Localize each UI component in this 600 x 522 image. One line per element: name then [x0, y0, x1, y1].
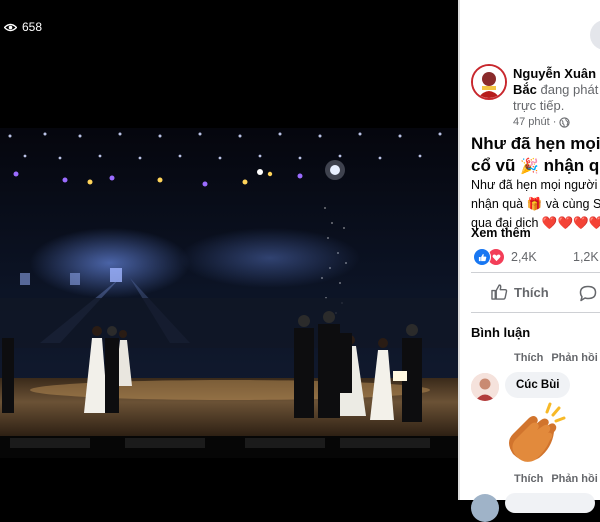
next-commenter-avatar[interactable]: [471, 494, 499, 522]
post-body: Như đã hẹn mọi người nhận quà 🎁 và cùng …: [471, 176, 600, 233]
reaction-icons[interactable]: [473, 248, 505, 266]
eye-icon: [4, 23, 17, 31]
comment-icon: [579, 285, 597, 302]
author-line: Nguyễn Xuân Bắc đang phát trực tiếp.: [513, 66, 600, 114]
comments-heading: Bình luận: [471, 325, 531, 340]
post-title-line2-part2: nhận qu: [543, 156, 600, 175]
post-body-line1: Như đã hẹn mọi người: [471, 178, 598, 192]
comment-count[interactable]: 1,2K: [573, 250, 599, 264]
comment-button[interactable]: [579, 285, 597, 307]
live-video-player[interactable]: 658: [0, 0, 458, 500]
comment-reply-action-2[interactable]: Phản hồi: [551, 473, 597, 485]
meta-separator: ·: [552, 116, 557, 128]
post-title: Như đã hẹn mọi cổ vũ 🎉 nhận qu: [471, 133, 600, 178]
commenter-avatar-image: [471, 373, 499, 401]
hearts-icon: ❤️❤️❤️❤️: [541, 216, 600, 230]
see-more-link[interactable]: Xem thêm: [471, 226, 531, 240]
party-popper-icon: 🎉: [520, 158, 539, 175]
post-title-line2-part1: cổ vũ: [471, 156, 516, 175]
clapping-hands-icon: [509, 402, 566, 462]
comment-reply-action[interactable]: Phản hồi: [551, 352, 597, 364]
stage-scene: [0, 128, 458, 458]
divider-top: [471, 272, 600, 273]
avatar-image: [473, 66, 505, 98]
like-button-label: Thích: [514, 284, 549, 300]
comment-like-action-2[interactable]: Thích: [514, 473, 543, 485]
comment-like-action[interactable]: Thích: [514, 352, 543, 364]
like-reaction-icon: [473, 248, 491, 266]
post-time[interactable]: 47 phút: [513, 116, 550, 128]
comment-actions-2: Thích Phản hồi: [514, 473, 598, 485]
post-title-line1: Như đã hẹn mọi: [471, 134, 600, 153]
next-comment-bubble: [505, 493, 595, 513]
thumbs-up-icon: [491, 284, 508, 300]
post-body-line2: nhận quà 🎁 và cùng S: [471, 195, 600, 214]
post-body-line2-part2: và cùng S: [545, 197, 600, 211]
viewer-counter: 658: [4, 20, 42, 34]
commenter-avatar[interactable]: [471, 373, 499, 401]
globe-icon: [559, 116, 571, 128]
post-title-line2: cổ vũ 🎉 nhận qu: [471, 155, 600, 178]
post-meta: 47 phút ·: [513, 116, 571, 128]
gift-icon: 🎁: [526, 197, 543, 211]
comment-bubble: Cúc Bùi: [505, 372, 571, 398]
post-body-line2-part1: nhận quà: [471, 197, 524, 211]
like-button[interactable]: Thích: [491, 284, 549, 300]
divider-bottom: [471, 312, 600, 313]
viewer-count: 658: [22, 20, 43, 34]
panel-divider: [458, 0, 460, 500]
comment-actions: Thích Phản hồi: [514, 352, 598, 364]
comment-author[interactable]: Cúc Bùi: [516, 379, 559, 391]
reaction-count[interactable]: 2,4K: [511, 250, 537, 264]
author-avatar[interactable]: [471, 64, 507, 100]
